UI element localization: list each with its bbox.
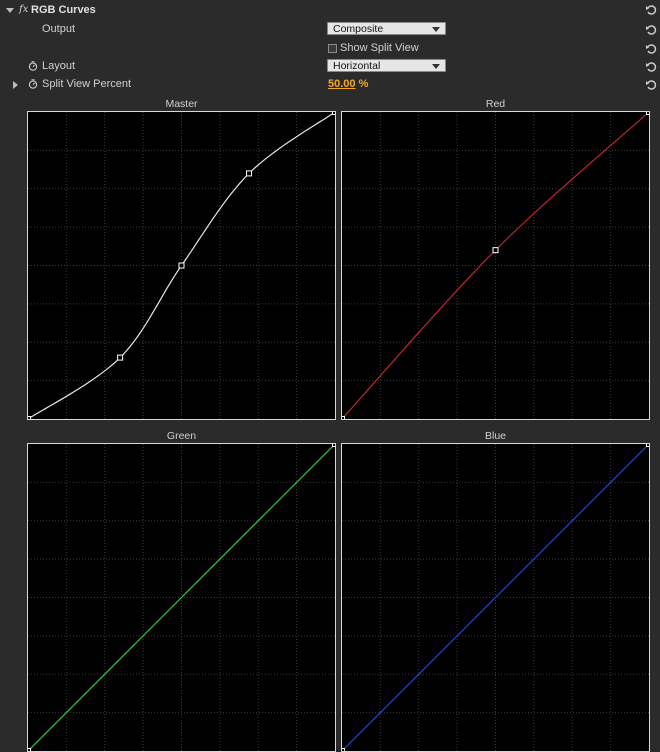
master-control-point[interactable] — [178, 262, 185, 269]
stopwatch-icon[interactable] — [28, 79, 38, 89]
split-percent-label: Split View Percent — [42, 78, 132, 90]
master-curve-title: Master — [165, 98, 198, 110]
green-curve-panel[interactable] — [27, 443, 336, 752]
red-control-point[interactable] — [646, 112, 650, 115]
green-control-point[interactable] — [332, 444, 336, 447]
expand-triangle-icon[interactable] — [13, 81, 18, 89]
reset-icon[interactable] — [645, 61, 657, 73]
master-control-point[interactable] — [28, 416, 31, 420]
split-percent-value[interactable]: 50.00 — [328, 78, 356, 90]
blue-control-point[interactable] — [342, 748, 345, 752]
chevron-down-icon — [432, 27, 440, 32]
effect-header-row: fx RGB Curves — [0, 3, 660, 21]
red-control-point[interactable] — [492, 247, 499, 254]
chevron-down-icon — [432, 64, 440, 69]
collapse-triangle-icon[interactable] — [6, 8, 14, 13]
effect-title: RGB Curves — [31, 4, 96, 16]
split-percent-value-group: 50.00 % — [328, 78, 368, 90]
split-view-row: Show Split View — [0, 40, 660, 58]
green-curve-line[interactable] — [28, 444, 335, 751]
master-control-point[interactable] — [332, 112, 336, 115]
output-dropdown[interactable]: Composite — [327, 22, 446, 35]
red-curve-title: Red — [485, 98, 506, 110]
fx-icon[interactable]: fx — [19, 4, 28, 15]
output-row: Output Composite — [0, 21, 660, 39]
master-curve-svg[interactable] — [28, 112, 335, 419]
reset-icon[interactable] — [645, 79, 657, 91]
master-control-point[interactable] — [117, 354, 124, 361]
green-curve-title: Green — [166, 430, 197, 442]
green-control-point[interactable] — [28, 748, 31, 752]
reset-icon[interactable] — [645, 24, 657, 36]
master-control-point[interactable] — [246, 170, 253, 177]
split-percent-row: Split View Percent 50.00 % — [0, 76, 660, 94]
master-curve-panel[interactable] — [27, 111, 336, 420]
reset-icon[interactable] — [645, 4, 657, 16]
reset-icon[interactable] — [645, 43, 657, 55]
blue-curve-svg[interactable] — [342, 444, 649, 751]
layout-row: Layout Horizontal — [0, 58, 660, 76]
show-split-view-label: Show Split View — [340, 42, 419, 54]
blue-curve-panel[interactable] — [341, 443, 650, 752]
layout-dropdown[interactable]: Horizontal — [327, 59, 446, 72]
output-dropdown-value: Composite — [333, 23, 384, 35]
blue-curve-title: Blue — [484, 430, 506, 442]
layout-label: Layout — [42, 60, 76, 72]
show-split-view-checkbox[interactable] — [328, 44, 337, 53]
stopwatch-icon[interactable] — [28, 61, 38, 71]
blue-control-point[interactable] — [646, 444, 650, 447]
blue-curve-line[interactable] — [342, 444, 649, 751]
red-control-point[interactable] — [342, 416, 345, 420]
red-curve-svg[interactable] — [342, 112, 649, 419]
layout-dropdown-value: Horizontal — [333, 60, 381, 72]
output-label: Output — [42, 23, 76, 35]
red-curve-panel[interactable] — [341, 111, 650, 420]
split-percent-unit: % — [358, 78, 369, 90]
green-curve-svg[interactable] — [28, 444, 335, 751]
